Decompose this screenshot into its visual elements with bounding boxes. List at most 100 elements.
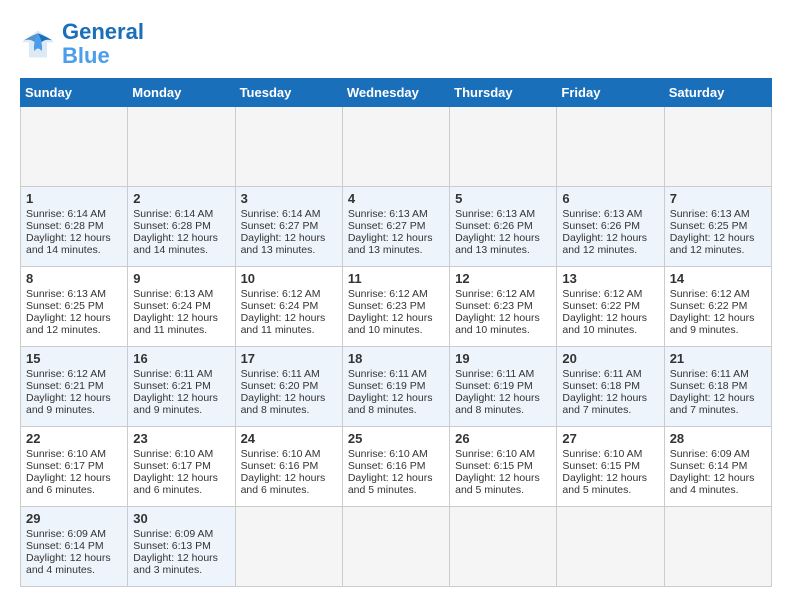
daylight-label: Daylight: 12 hours and 7 minutes. (562, 392, 647, 416)
sunset: Sunset: 6:25 PM (26, 300, 104, 312)
calendar-cell: 10Sunrise: 6:12 AMSunset: 6:24 PMDayligh… (235, 267, 342, 347)
day-number: 6 (562, 191, 658, 206)
calendar-cell: 3Sunrise: 6:14 AMSunset: 6:27 PMDaylight… (235, 187, 342, 267)
day-number: 22 (26, 431, 122, 446)
daylight-label: Daylight: 12 hours and 12 minutes. (26, 312, 111, 336)
calendar-cell: 14Sunrise: 6:12 AMSunset: 6:22 PMDayligh… (664, 267, 771, 347)
daylight-label: Daylight: 12 hours and 6 minutes. (133, 472, 218, 496)
sunrise: Sunrise: 6:09 AM (133, 528, 213, 540)
sunset: Sunset: 6:23 PM (455, 300, 533, 312)
sunrise: Sunrise: 6:10 AM (241, 448, 321, 460)
sunrise: Sunrise: 6:11 AM (455, 368, 534, 380)
sunrise: Sunrise: 6:11 AM (348, 368, 427, 380)
day-number: 12 (455, 271, 551, 286)
day-number: 19 (455, 351, 551, 366)
sunrise: Sunrise: 6:11 AM (241, 368, 320, 380)
sunrise: Sunrise: 6:12 AM (562, 288, 642, 300)
sunset: Sunset: 6:17 PM (133, 460, 211, 472)
calendar-cell: 23 Sunrise: 6:10 AMSunset: 6:17 PMDayligh… (128, 427, 235, 507)
day-number: 8 (26, 271, 122, 286)
calendar-week-5: 29Sunrise: 6:09 AMSunset: 6:14 PMDayligh… (21, 507, 772, 587)
day-number: 1 (26, 191, 122, 206)
sunrise: Sunrise: 6:12 AM (455, 288, 535, 300)
calendar-header-row: SundayMondayTuesdayWednesdayThursdayFrid… (21, 79, 772, 107)
col-header-saturday: Saturday (664, 79, 771, 107)
day-number: 3 (241, 191, 337, 206)
logo-icon (20, 26, 56, 62)
sunset: Sunset: 6:28 PM (133, 220, 211, 232)
sunrise: Sunrise: 6:09 AM (26, 528, 106, 540)
sunset: Sunset: 6:20 PM (241, 380, 319, 392)
col-header-sunday: Sunday (21, 79, 128, 107)
daylight-label: Daylight: 12 hours and 4 minutes. (670, 472, 755, 496)
sunset: Sunset: 6:16 PM (348, 460, 426, 472)
day-number: 23 (133, 431, 229, 446)
calendar-cell: 2Sunrise: 6:14 AMSunset: 6:28 PMDaylight… (128, 187, 235, 267)
logo: General Blue (20, 20, 144, 68)
calendar-cell: 25Sunrise: 6:10 AMSunset: 6:16 PMDayligh… (342, 427, 449, 507)
calendar-cell: 18Sunrise: 6:11 AMSunset: 6:19 PMDayligh… (342, 347, 449, 427)
day-number: 21 (670, 351, 766, 366)
calendar-cell: 22Sunrise: 6:10 AMSunset: 6:17 PMDayligh… (21, 427, 128, 507)
sunset: Sunset: 6:26 PM (455, 220, 533, 232)
daylight-label: Daylight: 12 hours and 9 minutes. (670, 312, 755, 336)
sunset: Sunset: 6:14 PM (26, 540, 104, 552)
col-header-friday: Friday (557, 79, 664, 107)
sunset: Sunset: 6:27 PM (241, 220, 319, 232)
calendar-cell: 20Sunrise: 6:11 AMSunset: 6:18 PMDayligh… (557, 347, 664, 427)
day-number: 28 (670, 431, 766, 446)
daylight-label: Daylight: 12 hours and 12 minutes. (562, 232, 647, 256)
calendar-week-4: 22Sunrise: 6:10 AMSunset: 6:17 PMDayligh… (21, 427, 772, 507)
logo-text: General Blue (62, 20, 144, 68)
daylight-label: Daylight: 12 hours and 10 minutes. (455, 312, 540, 336)
sunset: Sunset: 6:28 PM (26, 220, 104, 232)
day-number: 14 (670, 271, 766, 286)
sunrise: Sunrise: 6:13 AM (562, 208, 642, 220)
daylight-label: Daylight: 12 hours and 8 minutes. (348, 392, 433, 416)
daylight-label: Daylight: 12 hours and 7 minutes. (670, 392, 755, 416)
calendar-cell: 21Sunrise: 6:11 AMSunset: 6:18 PMDayligh… (664, 347, 771, 427)
calendar-cell: 24Sunrise: 6:10 AMSunset: 6:16 PMDayligh… (235, 427, 342, 507)
calendar-cell (450, 507, 557, 587)
sunrise: Sunrise: 6:10 AM (348, 448, 428, 460)
sunrise: Sunrise: 6:14 AM (26, 208, 106, 220)
sunrise: Sunrise: 6:11 AM (562, 368, 641, 380)
day-number: 17 (241, 351, 337, 366)
daylight-label: Daylight: 12 hours and 11 minutes. (241, 312, 326, 336)
daylight-label: Daylight: 12 hours and 5 minutes. (562, 472, 647, 496)
calendar-cell (342, 107, 449, 187)
day-number: 20 (562, 351, 658, 366)
sunset: Sunset: 6:13 PM (133, 540, 211, 552)
daylight-label: Daylight: 12 hours and 5 minutes. (455, 472, 540, 496)
calendar-cell: 1Sunrise: 6:14 AMSunset: 6:28 PMDaylight… (21, 187, 128, 267)
sunrise: Sunrise: 6:10 AM (133, 448, 213, 460)
sunrise: Sunrise: 6:12 AM (348, 288, 428, 300)
daylight-label: Daylight: 12 hours and 9 minutes. (26, 392, 111, 416)
day-number: 2 (133, 191, 229, 206)
daylight-label: Daylight: 12 hours and 12 minutes. (670, 232, 755, 256)
calendar-cell: 30Sunrise: 6:09 AMSunset: 6:13 PMDayligh… (128, 507, 235, 587)
calendar-week-0 (21, 107, 772, 187)
day-number: 16 (133, 351, 229, 366)
sunset: Sunset: 6:22 PM (562, 300, 640, 312)
sunrise: Sunrise: 6:10 AM (562, 448, 642, 460)
day-number: 10 (241, 271, 337, 286)
day-number: 18 (348, 351, 444, 366)
day-number: 26 (455, 431, 551, 446)
calendar-cell (342, 507, 449, 587)
daylight-label: Daylight: 12 hours and 13 minutes. (455, 232, 540, 256)
col-header-wednesday: Wednesday (342, 79, 449, 107)
sunset: Sunset: 6:26 PM (562, 220, 640, 232)
col-header-tuesday: Tuesday (235, 79, 342, 107)
calendar-cell: 26Sunrise: 6:10 AMSunset: 6:15 PMDayligh… (450, 427, 557, 507)
calendar-cell: 6 Sunrise: 6:13 AMSunset: 6:26 PMDaylight… (557, 187, 664, 267)
sunrise: Sunrise: 6:11 AM (670, 368, 749, 380)
calendar-cell (235, 507, 342, 587)
sunrise: Sunrise: 6:13 AM (348, 208, 428, 220)
sunrise: Sunrise: 6:11 AM (133, 368, 212, 380)
day-number: 30 (133, 511, 229, 526)
sunrise: Sunrise: 6:09 AM (670, 448, 750, 460)
calendar-cell (664, 507, 771, 587)
day-number: 13 (562, 271, 658, 286)
calendar-cell (235, 107, 342, 187)
